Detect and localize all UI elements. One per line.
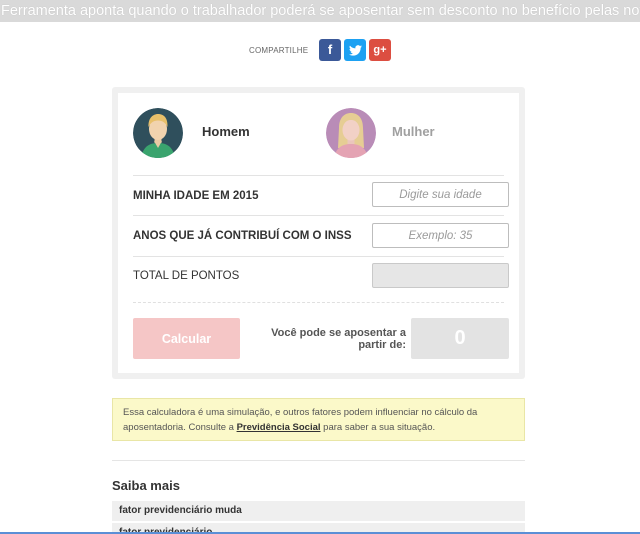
contribution-years-input[interactable] bbox=[372, 223, 509, 248]
twitter-share-button[interactable] bbox=[344, 39, 366, 61]
dashed-divider bbox=[133, 302, 504, 303]
total-points-label: TOTAL DE PONTOS bbox=[133, 270, 240, 282]
twitter-icon bbox=[348, 42, 362, 57]
saiba-mais-title: Saiba mais bbox=[112, 478, 180, 493]
simulation-disclaimer: Essa calculadora é uma simulação, e outr… bbox=[112, 398, 525, 441]
retirement-result-label: Você pode se aposentar a partir de: bbox=[271, 327, 406, 351]
previdencia-social-link[interactable]: Previdência Social bbox=[237, 422, 321, 433]
male-avatar-option[interactable] bbox=[133, 108, 183, 158]
saiba-mais-item[interactable]: fator previdenciário muda bbox=[112, 501, 525, 521]
age-input[interactable] bbox=[372, 182, 509, 207]
article-subtitle: Ferramenta aponta quando o trabalhador p… bbox=[0, 0, 640, 22]
share-label: COMPARTILHE bbox=[249, 46, 309, 55]
calculate-button[interactable]: Calcular bbox=[133, 318, 240, 359]
googleplus-icon: g+ bbox=[373, 44, 387, 56]
male-label[interactable]: Homem bbox=[202, 124, 250, 139]
female-avatar-icon bbox=[326, 108, 376, 158]
female-label[interactable]: Mulher bbox=[392, 124, 435, 139]
divider bbox=[133, 175, 504, 176]
divider bbox=[133, 215, 504, 216]
retirement-result-value: 0 bbox=[411, 318, 509, 359]
divider bbox=[112, 460, 525, 461]
googleplus-share-button[interactable]: g+ bbox=[369, 39, 391, 61]
facebook-icon: f bbox=[327, 42, 333, 57]
disclaimer-text-end: para saber a sua situação. bbox=[320, 422, 436, 433]
contribution-years-label: ANOS QUE JÁ CONTRIBUÍ COM O INSS bbox=[133, 230, 352, 242]
retirement-calculator: Homem Mulher MINHA IDADE EM 2015 ANOS QU… bbox=[112, 87, 525, 379]
female-avatar-option[interactable] bbox=[326, 108, 376, 158]
male-avatar-icon bbox=[133, 108, 183, 158]
facebook-share-button[interactable]: f bbox=[319, 39, 341, 61]
divider bbox=[133, 256, 504, 257]
age-label: MINHA IDADE EM 2015 bbox=[133, 190, 259, 202]
total-points-field bbox=[372, 263, 509, 288]
